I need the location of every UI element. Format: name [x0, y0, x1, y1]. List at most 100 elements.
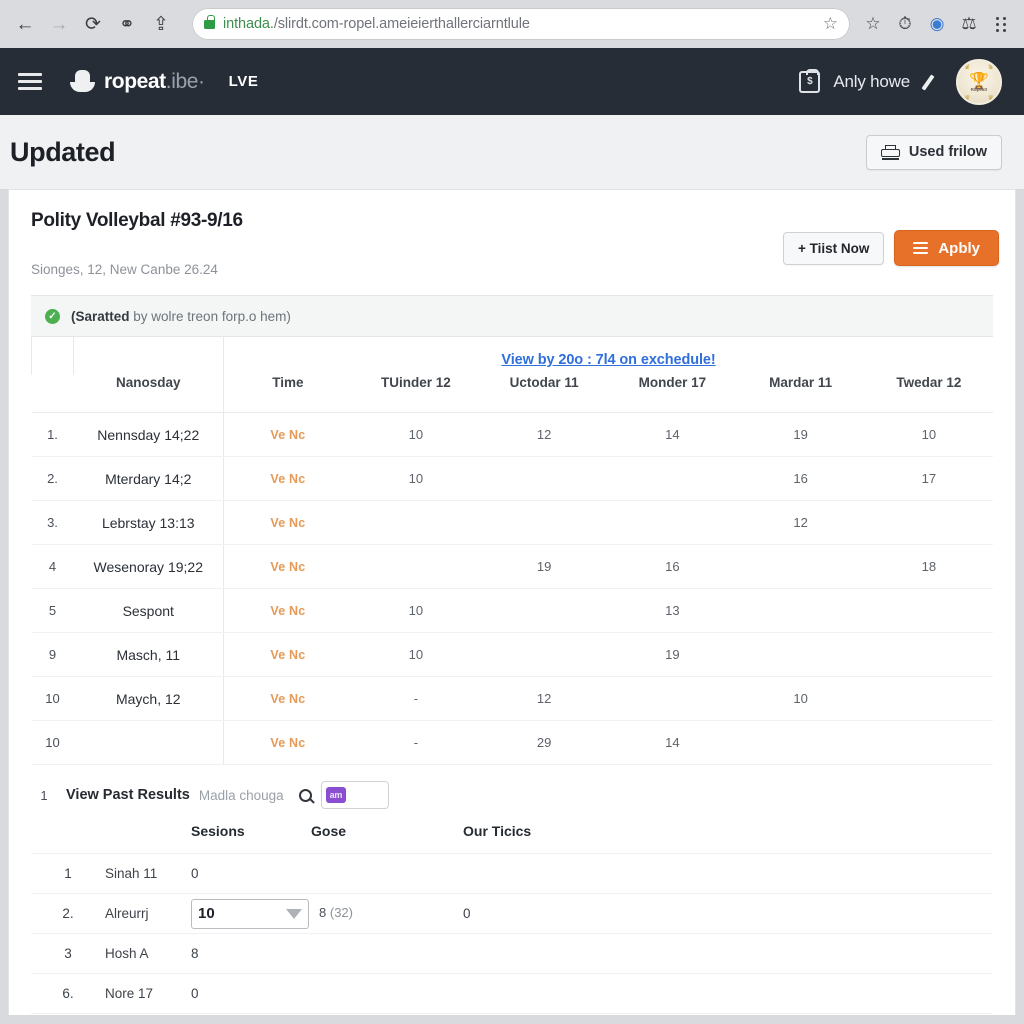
col-header-uctodar[interactable]: Uctodar 11	[480, 375, 609, 413]
list-item[interactable]: 1 Sinah 11 0	[31, 853, 993, 894]
table-row[interactable]: 10 Maych, 12 Ve Nc -12 10	[31, 676, 993, 721]
navbar-right-group: $ Anly howe ♛ ♛ 🏆 Ropeat! ♛ ♛	[799, 58, 1002, 105]
past-results-header-row: Sesions Gose Our Ticics	[31, 823, 993, 854]
list-item-index: 6.	[31, 973, 105, 1014]
back-arrow-icon[interactable]: ←	[10, 9, 40, 39]
row-value-monder: 14	[608, 412, 737, 457]
row-value-mardar: 16	[736, 456, 865, 501]
col-header-twedar[interactable]: Twedar 12	[864, 375, 993, 413]
content-card: Polity Volleybal #93-9/16 Sionges, 12, N…	[8, 189, 1016, 1015]
col-header-mardar[interactable]: Mardar 11	[736, 375, 865, 413]
status-alert: ✓ (Saratted by wolre treon forp.o hem)	[31, 295, 993, 337]
quantity-main: 8	[319, 905, 327, 921]
check-circle-icon: ✓	[45, 308, 60, 324]
table-row[interactable]: 1. Nennsday 14;22 Ve Nc 10 12 14 19 10	[31, 412, 993, 457]
row-value-uctodar	[480, 500, 609, 545]
table-row[interactable]: 5 Sespont Ve Nc 10 13	[31, 588, 993, 633]
table-row[interactable]: 3. Lebrstay 13:13 Ve Nc 12	[31, 500, 993, 545]
venue-link[interactable]: Ve Nc	[270, 516, 305, 530]
list-item[interactable]: 2. Alreurrj 10 8 (32) 0	[31, 893, 993, 934]
col-header-gose[interactable]: Gose	[311, 823, 463, 854]
share-icon[interactable]: ⇪	[146, 9, 176, 39]
page-header: Updated Used frilow	[0, 115, 1024, 189]
live-badge[interactable]: LVE	[229, 73, 259, 90]
row-day: Sespont	[73, 588, 224, 633]
table-row[interactable]: 9 Masch, 11 Ve Nc 10 19	[31, 632, 993, 677]
reload-icon[interactable]: ⟳	[78, 9, 108, 39]
tiist-now-button[interactable]: + Tiist Now	[782, 231, 885, 265]
table-row[interactable]: 2. Mterdary 14;2 Ve Nc 10 16 17	[31, 456, 993, 501]
row-value-monder: 16	[608, 544, 737, 589]
venue-link[interactable]: Ve Nc	[270, 472, 305, 486]
row-value-twedar	[864, 588, 993, 633]
print-used-button[interactable]: Used frilow	[865, 134, 1002, 170]
past-results-note: Madla chouga	[198, 787, 284, 803]
row-value-tuinder: 10	[351, 456, 480, 501]
bookmark-star-icon[interactable]: ☆	[815, 14, 838, 34]
view-schedule-link[interactable]: View by 20o : 7l4 on exchedule!	[501, 352, 715, 368]
schedule-banner-row: View by 20o : 7l4 on exchedule!	[31, 337, 993, 375]
col-header-nanosday[interactable]: Nanosday	[73, 375, 224, 413]
menu-dots-icon[interactable]	[990, 13, 1012, 35]
past-results-index: 1	[40, 787, 48, 803]
status-alert-rest: by wolre treon forp.o hem)	[133, 308, 291, 324]
row-day: Mterdary 14;2	[73, 456, 224, 501]
search-input[interactable]: am	[320, 781, 389, 809]
past-results-title[interactable]: View Past Results	[66, 787, 190, 803]
pin-icon[interactable]: ⚭	[112, 9, 142, 39]
pencil-edit-icon[interactable]	[923, 72, 943, 92]
col-header-index	[31, 375, 74, 413]
venue-link[interactable]: Ve Nc	[270, 428, 305, 442]
list-item-name: Alreurrj	[105, 893, 191, 934]
brand-logo[interactable]: ropeat.ibe·	[70, 69, 205, 94]
row-value-monder: 13	[608, 588, 737, 633]
venue-link[interactable]: Ve Nc	[270, 560, 305, 574]
venue-link[interactable]: Ve Nc	[270, 604, 305, 618]
extension-icon[interactable]: ⚖	[958, 13, 980, 35]
col-header-our-ticics[interactable]: Our Ticics	[463, 823, 993, 854]
venue-link[interactable]: Ve Nc	[270, 736, 305, 750]
avatar[interactable]: ♛ ♛ 🏆 Ropeat! ♛ ♛	[956, 58, 1002, 105]
list-item-sessions: 10 8 (32)	[191, 893, 463, 934]
search-icon[interactable]	[298, 788, 312, 802]
row-value-twedar	[864, 632, 993, 677]
forward-arrow-icon[interactable]: →	[44, 9, 74, 39]
row-value-uctodar	[480, 632, 609, 677]
col-header-sesions[interactable]: Sesions	[191, 823, 311, 854]
schedule-table: View by 20o : 7l4 on exchedule! Nanosday…	[31, 337, 993, 765]
address-bar[interactable]: inthada./slirdt.com-ropel.ameieierthalle…	[192, 8, 850, 40]
row-venue: Ve Nc	[222, 456, 352, 501]
venue-link[interactable]: Ve Nc	[270, 692, 305, 706]
row-value-tuinder: -	[351, 720, 480, 765]
list-item[interactable]: 6. Nore 17 0	[31, 973, 993, 1014]
money-bag-icon[interactable]: $	[799, 68, 821, 93]
history-clock-icon[interactable]: ⏱	[894, 13, 916, 35]
search-input-chip: am	[325, 787, 347, 803]
row-value-mardar	[736, 544, 865, 589]
row-venue: Ve Nc	[222, 676, 352, 721]
schedule-table-head: View by 20o : 7l4 on exchedule! Nanosday…	[31, 337, 993, 413]
table-row[interactable]: 10 Ve Nc -29 14	[31, 720, 993, 765]
row-value-twedar: 17	[864, 456, 993, 501]
star-icon[interactable]: ☆	[862, 13, 884, 35]
list-item[interactable]: 3 Hosh A8	[31, 933, 993, 974]
past-results-table-body: 1 Sinah 11 0 2. Alreurrj 10 8 (32) 0 3 Hosh A 8 6. N…	[31, 853, 993, 1014]
hamburger-menu-icon[interactable]	[18, 73, 42, 90]
venue-link[interactable]: Ve Nc	[270, 648, 305, 662]
col-header-monder[interactable]: Monder 17	[608, 375, 737, 413]
apply-button[interactable]: Apbly	[894, 230, 999, 266]
row-value-twedar	[864, 500, 993, 545]
app-navbar: ropeat.ibe· LVE $ Anly howe ♛ ♛ 🏆 Ropeat!…	[0, 48, 1024, 115]
table-row[interactable]: 4 Wesenoray 19;22 Ve Nc 19 16 18	[31, 544, 993, 589]
list-item-tics	[463, 973, 993, 1014]
account-name[interactable]: Anly howe	[833, 72, 910, 92]
col-header-tuinder[interactable]: TUinder 12	[351, 375, 480, 413]
quantity-select[interactable]: 10	[191, 898, 309, 929]
row-index: 10	[31, 720, 74, 765]
lock-icon	[204, 14, 215, 29]
profile-icon[interactable]: ◉	[926, 13, 948, 35]
col-header-time[interactable]: Time	[222, 375, 352, 413]
avatar-top-ornaments: ♛ ♛	[964, 63, 994, 71]
row-value-twedar	[864, 676, 993, 721]
row-value-uctodar	[480, 456, 609, 501]
